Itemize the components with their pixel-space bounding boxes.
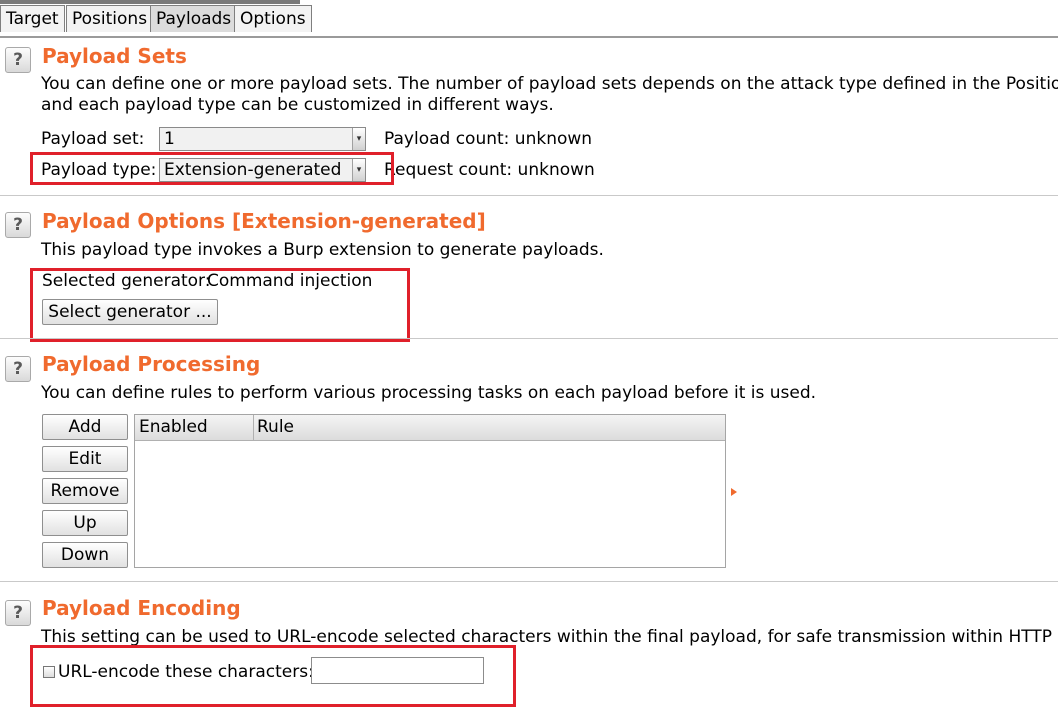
payload-set-select[interactable]: 1 ▾: [159, 127, 366, 151]
tab-target[interactable]: Target: [0, 5, 65, 32]
tab-bar: Target Positions Payloads Options: [0, 0, 1058, 38]
highlight-url-encode: [30, 645, 516, 707]
help-payload-sets-button[interactable]: ?: [5, 47, 31, 73]
help-payload-processing-button[interactable]: ?: [5, 356, 31, 382]
payload-sets-title: Payload Sets: [42, 44, 187, 68]
add-rule-button[interactable]: Add: [42, 414, 128, 440]
payload-encoding-description: This setting can be used to URL-encode s…: [41, 627, 1058, 647]
column-header-rule[interactable]: Rule: [257, 417, 294, 437]
move-down-button[interactable]: Down: [42, 542, 128, 568]
payload-count: Payload count: unknown: [384, 129, 593, 149]
payload-encoding-title: Payload Encoding: [42, 596, 241, 620]
section-separator: [0, 195, 1058, 196]
move-up-button[interactable]: Up: [42, 510, 128, 536]
payload-set-label: Payload set:: [41, 129, 145, 149]
section-separator: [0, 338, 1058, 339]
help-payload-options-button[interactable]: ?: [5, 212, 31, 238]
payload-set-value: 1: [164, 129, 175, 149]
tab-options[interactable]: Options: [234, 5, 312, 32]
edit-rule-button[interactable]: Edit: [42, 446, 128, 472]
request-count: Request count: unknown: [384, 160, 595, 180]
payload-processing-title: Payload Processing: [42, 352, 261, 376]
column-divider: [253, 415, 254, 440]
help-payload-encoding-button[interactable]: ?: [5, 600, 31, 626]
payload-options-title: Payload Options [Extension-generated]: [42, 209, 486, 233]
payload-processing-description: You can define rules to perform various …: [41, 383, 817, 403]
table-header: Enabled Rule: [135, 415, 725, 441]
processing-rules-table[interactable]: Enabled Rule: [134, 414, 726, 568]
remove-rule-button[interactable]: Remove: [42, 478, 128, 504]
payload-options-description: This payload type invokes a Burp extensi…: [41, 240, 604, 260]
highlight-selected-generator: [30, 268, 410, 342]
split-marker-icon: [731, 488, 737, 496]
chevron-down-icon: ▾: [352, 128, 365, 150]
payload-sets-description-line2: and each payload type can be customized …: [41, 95, 554, 115]
payload-sets-description-line1: You can define one or more payload sets.…: [41, 74, 1058, 94]
tab-payloads[interactable]: Payloads: [150, 5, 238, 32]
tab-positions[interactable]: Positions: [66, 5, 154, 32]
column-header-enabled[interactable]: Enabled: [139, 417, 208, 437]
outer-tab-strip: [0, 0, 300, 4]
highlight-payload-type: [30, 152, 394, 185]
section-separator: [0, 581, 1058, 582]
